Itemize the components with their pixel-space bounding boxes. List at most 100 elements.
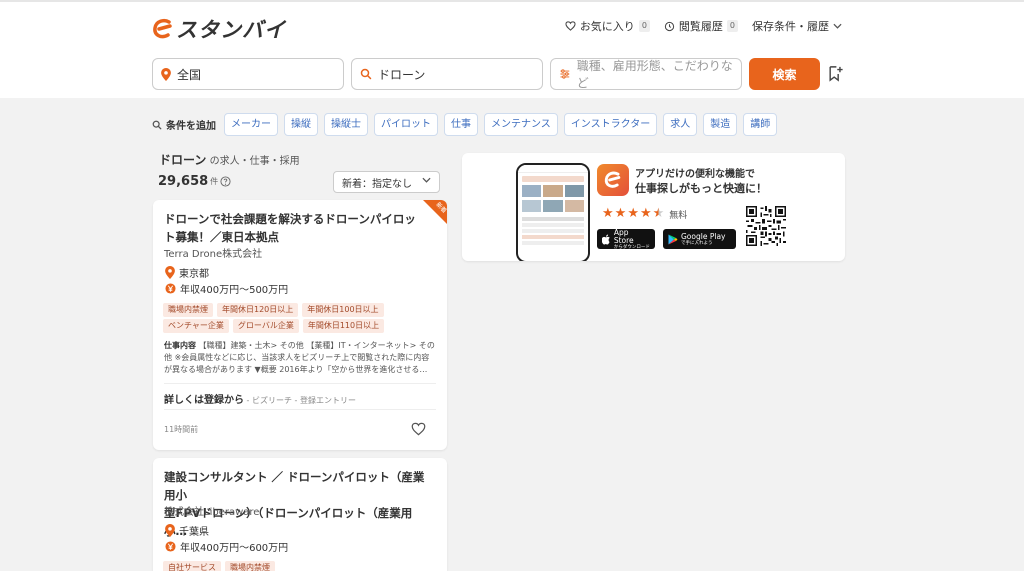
card-divider: [164, 409, 436, 410]
job-salary: 年収400万円～500万円: [165, 281, 288, 296]
site-header: スタンバイ お気に入り 0 閲覧履歴 0 保存条件・履歴 全国 ドローン 職種、…: [0, 2, 1024, 98]
job-card[interactable]: 新着 ドローンで社会課題を解決するドローンパイロット募集！／東日本拠点 Terr…: [153, 200, 447, 450]
app-logo-icon: [597, 164, 629, 196]
feature-tags: ベンチャー企業 グローバル企業 年間休日110日以上: [163, 319, 385, 333]
saved-conditions-menu[interactable]: 保存条件・履歴: [752, 18, 842, 34]
job-desc-line1: 【職種】建築・土木> その他 【業種】IT・インターネット> その: [198, 341, 435, 350]
condition-chips-row: 条件を追加 メーカー 操縦 操縦士 パイロット 仕事 メンテナンス インストラク…: [152, 113, 778, 136]
chip-maintenance[interactable]: メンテナンス: [484, 113, 558, 136]
location-pin-icon: [161, 67, 171, 81]
feature-tags: 職場内禁煙 年間休日120日以上 年間休日100日以上: [163, 303, 384, 317]
card-divider: [164, 383, 436, 384]
google-play-label: Google Play: [681, 231, 726, 241]
feature-tag: グローバル企業: [232, 319, 299, 333]
star-icon: ★: [614, 206, 627, 221]
search-button[interactable]: 検索: [749, 58, 820, 90]
location-pin-icon: [165, 524, 175, 537]
yen-icon: [165, 283, 176, 294]
favorites-label: お気に入り: [579, 20, 635, 33]
location-value: 全国: [177, 67, 202, 82]
feature-tag: 年間休日120日以上: [217, 303, 299, 317]
results-count-unit: 件: [210, 177, 219, 186]
feature-tag: ベンチャー企業: [163, 319, 229, 333]
app-store-label: App Store: [613, 227, 634, 245]
sort-select[interactable]: 新着：指定なし: [333, 171, 440, 193]
favorite-button[interactable]: [411, 421, 426, 440]
chip-pilot[interactable]: パイロット: [374, 113, 438, 136]
history-count: 0: [726, 20, 738, 32]
chip-manufacturing[interactable]: 製造: [703, 113, 738, 136]
history-link[interactable]: 閲覧履歴 0: [664, 18, 738, 34]
filter-placeholder: 職種、雇用形態、こだわりなど: [576, 59, 733, 90]
banner-title: 仕事探しがもっと快適に！: [635, 182, 767, 195]
app-rating: ★ ★ ★ ★ ★ 無料: [602, 207, 687, 221]
google-play-icon: [668, 234, 678, 244]
filter-sliders-icon: [560, 69, 570, 79]
job-desc-label: 仕事内容: [164, 341, 196, 350]
site-logo[interactable]: スタンバイ: [152, 14, 286, 44]
app-store-button[interactable]: App Store からダウンロード: [597, 227, 655, 250]
keyword-input[interactable]: ドローン: [351, 58, 543, 90]
job-salary-text: 年収400万円～500万円: [180, 285, 289, 296]
chevron-down-icon: [422, 177, 431, 183]
google-play-button[interactable]: Google Play で手に入れよう: [663, 229, 736, 249]
chip-jobs[interactable]: 求人: [663, 113, 698, 136]
results-heading: ドローン の求人・仕事・採用: [159, 151, 300, 168]
job-title[interactable]: ドローンで社会課題を解決するドローンパイロット募集！／東日本拠点: [164, 210, 426, 246]
feature-tag: 年間休日100日以上: [302, 303, 384, 317]
more-info-label: 詳しくは登録から: [164, 395, 244, 406]
saved-label: 保存条件・履歴: [752, 20, 829, 33]
feature-tag: 年間休日110日以上: [302, 319, 385, 333]
chip-instructor[interactable]: インストラクター: [563, 113, 658, 136]
job-salary-text: 年収400万円～600万円: [180, 543, 289, 554]
heart-icon: [565, 21, 576, 31]
more-info-line[interactable]: 詳しくは登録から - ビズリーチ - 登録エントリー: [164, 391, 356, 406]
feature-tag: 自社サービス: [163, 561, 221, 571]
yen-icon: [165, 541, 176, 552]
chip-operation[interactable]: 操縦: [284, 113, 318, 136]
location-input[interactable]: 全国: [152, 58, 344, 90]
feature-tag: 職場内禁煙: [225, 561, 275, 571]
results-keyword: ドローン: [159, 153, 207, 167]
qr-code-icon[interactable]: [746, 206, 786, 246]
feature-tag: 職場内禁煙: [163, 303, 213, 317]
company-name: 株式会社Liberaware: [164, 507, 260, 518]
search-icon: [152, 120, 162, 129]
history-icon: [664, 21, 675, 31]
banner-subtitle: アプリだけの便利な機能で: [635, 169, 755, 180]
google-play-sub: で手に入れよう: [681, 240, 713, 246]
logo-text: スタンバイ: [176, 18, 286, 42]
posted-time: 11時間前: [164, 425, 199, 434]
chip-maker[interactable]: メーカー: [224, 113, 278, 136]
job-location: 東京都: [165, 265, 209, 280]
chip-work[interactable]: 仕事: [444, 113, 478, 136]
header-nav: お気に入り 0 閲覧履歴 0 保存条件・履歴: [565, 18, 842, 34]
keyword-value: ドローン: [378, 67, 426, 82]
heart-icon: [411, 422, 426, 436]
history-label: 閲覧履歴: [678, 20, 723, 33]
price-label: 無料: [669, 210, 688, 221]
app-promo-banner[interactable]: アプリだけの便利な機能で 仕事探しがもっと快適に！ ★ ★ ★ ★ ★ 無料 A…: [462, 153, 845, 261]
job-card[interactable]: 建設コンサルタント ／ ドローンパイロット（産業用小 型FPVドローン）（ドロー…: [153, 458, 447, 571]
star-icon: ★: [627, 206, 639, 221]
apple-icon: [602, 233, 610, 245]
favorites-link[interactable]: お気に入り 0: [565, 18, 650, 34]
chip-operator[interactable]: 操縦士: [324, 113, 368, 136]
add-condition-label[interactable]: 条件を追加: [152, 117, 216, 132]
logo-mark-icon: [153, 18, 172, 39]
results-count-number: 29,658: [158, 174, 209, 189]
save-search-button[interactable]: [828, 66, 843, 86]
results-count: 29,658 件: [158, 174, 231, 189]
half-star-icon: ★: [652, 206, 665, 221]
add-condition-text: 条件を追加: [166, 121, 216, 132]
app-store-sub: からダウンロード: [613, 244, 650, 250]
results-suffix: の求人・仕事・採用: [209, 156, 300, 167]
help-icon[interactable]: [220, 176, 231, 187]
star-icon: ★: [602, 206, 614, 221]
chip-lecturer[interactable]: 講師: [743, 113, 778, 136]
job-location-text: 千葉県: [179, 527, 209, 538]
search-icon: [360, 68, 372, 80]
filter-input[interactable]: 職種、雇用形態、こだわりなど: [550, 58, 742, 90]
chevron-down-icon: [833, 23, 842, 29]
job-salary: 年収400万円～600万円: [165, 539, 288, 554]
